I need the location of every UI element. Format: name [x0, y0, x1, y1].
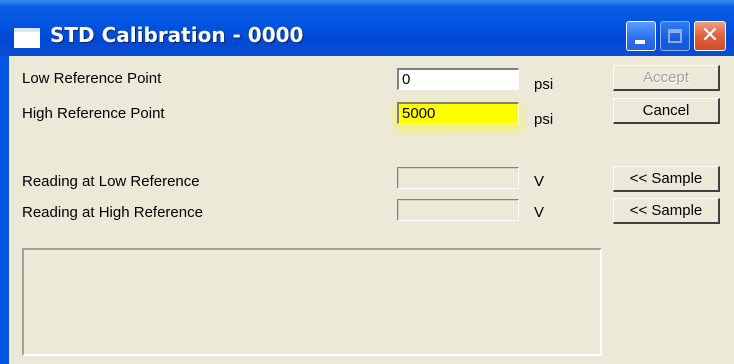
low-reference-label: Low Reference Point	[22, 70, 162, 87]
maximize-icon	[668, 29, 682, 43]
high-reference-label: High Reference Point	[22, 105, 165, 122]
low-reference-unit: psi	[534, 76, 554, 93]
title-bar[interactable]: STD Calibration - 0000 ✕	[0, 0, 734, 56]
sample-high-button[interactable]: << Sample	[613, 198, 720, 224]
sample-low-button[interactable]: << Sample	[613, 166, 720, 192]
reading-low-field	[397, 167, 519, 189]
calibration-window: STD Calibration - 0000 ✕ Low Reference P…	[0, 0, 734, 364]
close-icon: ✕	[700, 23, 720, 48]
window-frame-left	[0, 56, 9, 364]
reading-low-label: Reading at Low Reference	[22, 173, 200, 190]
reading-high-label: Reading at High Reference	[22, 204, 203, 221]
reading-low-unit: V	[534, 173, 545, 190]
high-reference-unit: psi	[534, 111, 554, 128]
status-panel	[22, 248, 602, 356]
high-reference-input[interactable]	[397, 102, 519, 124]
minimize-icon	[635, 40, 645, 44]
minimize-button[interactable]	[626, 21, 656, 51]
close-button[interactable]: ✕	[694, 21, 726, 51]
reading-high-unit: V	[534, 204, 545, 221]
accept-button[interactable]: Accept	[613, 65, 720, 91]
window-icon	[14, 28, 40, 48]
reading-high-field	[397, 199, 519, 221]
cancel-button[interactable]: Cancel	[613, 98, 720, 124]
low-reference-input[interactable]	[397, 68, 519, 90]
maximize-button[interactable]	[660, 21, 690, 51]
window-title: STD Calibration - 0000	[50, 23, 304, 47]
